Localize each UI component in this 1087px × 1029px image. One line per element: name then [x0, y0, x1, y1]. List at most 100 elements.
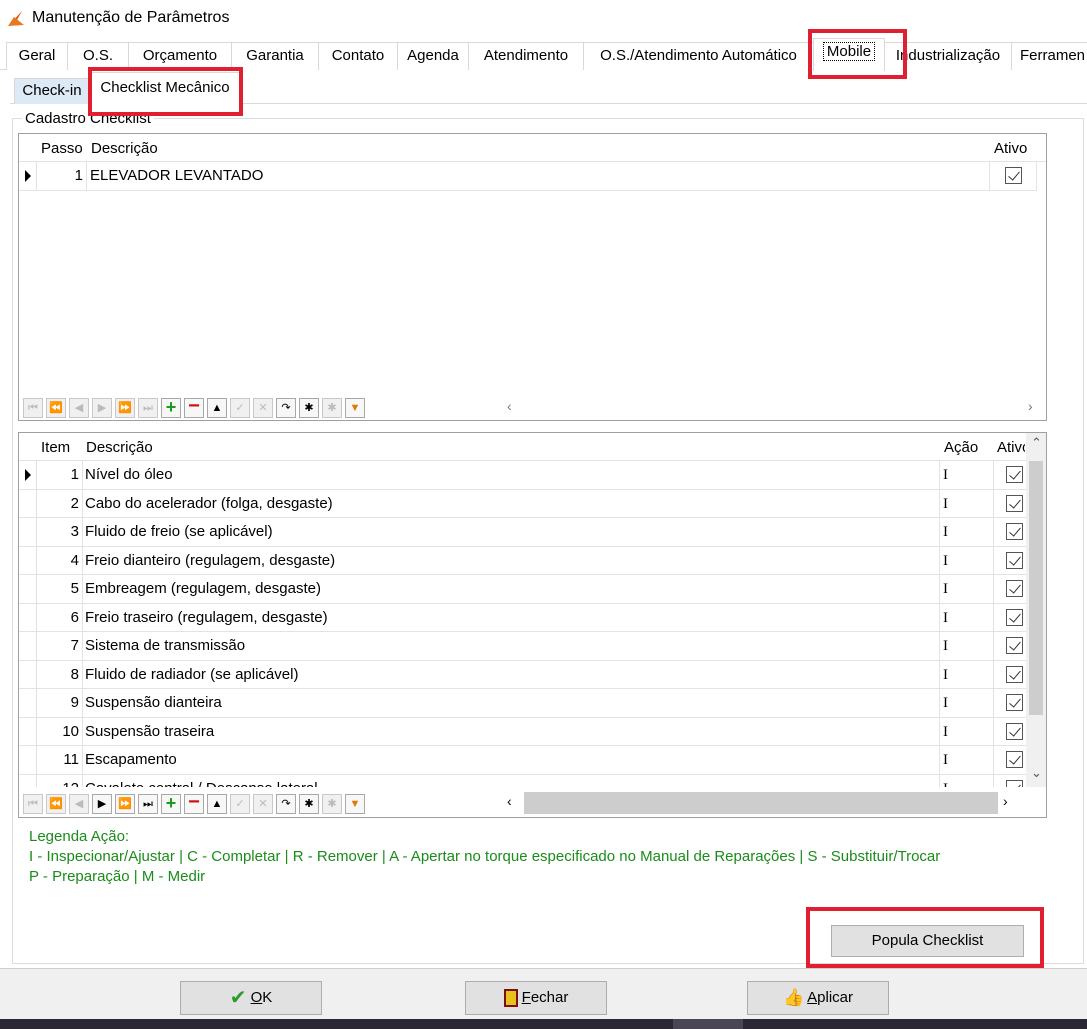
cell-item: 7: [37, 632, 83, 660]
tab-contato[interactable]: Contato: [318, 42, 398, 70]
ativo-checkbox[interactable]: [1006, 494, 1023, 512]
ativo-checkbox[interactable]: [1006, 466, 1023, 483]
ativo-checkbox[interactable]: [1006, 751, 1023, 768]
ativo-checkbox[interactable]: [1006, 580, 1023, 597]
tab-atendimento[interactable]: Atendimento: [468, 42, 584, 70]
row-indicator: [19, 746, 37, 774]
cell-ativo: [990, 162, 1037, 190]
post-icon[interactable]: ✓: [230, 398, 250, 418]
delete-icon[interactable]: −: [184, 396, 204, 418]
tab-orcamento[interactable]: Orçamento: [128, 42, 232, 70]
prior-page-icon[interactable]: ⏪: [46, 398, 66, 418]
ok-button[interactable]: ✔ OK: [180, 981, 322, 1015]
table-row[interactable]: 9 Suspensão dianteira I: [19, 689, 1026, 718]
last-record-icon[interactable]: ⏭: [138, 794, 158, 814]
next-record-icon[interactable]: ▶: [92, 398, 112, 418]
refresh-icon[interactable]: ↷: [276, 794, 296, 814]
header-item[interactable]: Item: [41, 439, 70, 456]
subtab-checklist-mecanico[interactable]: Checklist Mecânico: [89, 72, 241, 105]
first-record-icon[interactable]: ⏮: [23, 398, 43, 418]
next-page-icon[interactable]: ⏩: [115, 794, 135, 814]
table-row[interactable]: 1 Nível do óleo I: [19, 461, 1026, 490]
clear-asterisk-icon[interactable]: ✱: [322, 398, 342, 418]
table-row[interactable]: 5 Embreagem (regulagem, desgaste) I: [19, 575, 1026, 604]
insert-icon[interactable]: +: [161, 794, 181, 814]
insert-icon[interactable]: +: [161, 398, 181, 418]
sub-tabs: Check-in Checklist Mecânico: [10, 72, 1087, 105]
cell-descricao: Cabo do acelerador (folga, desgaste): [83, 489, 940, 517]
tab-industrializacao[interactable]: Industrialização: [884, 42, 1012, 70]
ativo-checkbox[interactable]: [1006, 665, 1023, 683]
cell-ativo: [994, 575, 1026, 603]
first-record-icon[interactable]: ⏮: [23, 794, 43, 814]
table-row[interactable]: 11 Escapamento I: [19, 746, 1026, 775]
ativo-checkbox[interactable]: [1006, 551, 1023, 569]
scroll-left-icon[interactable]: ‹: [507, 398, 512, 414]
next-record-icon[interactable]: ▶: [92, 794, 112, 814]
cell-item: 5: [37, 575, 83, 603]
ativo-checkbox[interactable]: [1005, 167, 1022, 184]
table-row[interactable]: 8 Fluido de radiador (se aplicável) I: [19, 660, 1026, 689]
hscroll-thumb[interactable]: [524, 792, 998, 814]
move-up-icon[interactable]: ▲: [207, 794, 227, 814]
ativo-checkbox[interactable]: [1006, 608, 1023, 626]
tab-os[interactable]: O.S.: [67, 42, 129, 70]
items-vscroll[interactable]: ⌃ ⌄: [1026, 433, 1046, 787]
move-up-icon[interactable]: ▲: [207, 398, 227, 418]
refresh-icon[interactable]: ↷: [276, 398, 296, 418]
tab-ferramentas[interactable]: Ferramen: [1011, 42, 1087, 70]
scroll-right-icon[interactable]: ›: [1028, 398, 1033, 414]
table-row[interactable]: 4 Freio dianteiro (regulagem, desgaste) I: [19, 546, 1026, 575]
tab-mobile[interactable]: Mobile: [813, 38, 885, 71]
header-passo[interactable]: Passo: [41, 140, 83, 157]
cell-item: 10: [37, 717, 83, 745]
prior-page-icon[interactable]: ⏪: [46, 794, 66, 814]
cell-item: 8: [37, 660, 83, 688]
scroll-left-icon[interactable]: ‹: [507, 793, 512, 809]
ativo-checkbox[interactable]: [1006, 637, 1023, 654]
scroll-right-icon[interactable]: ›: [1003, 793, 1008, 809]
filter-icon[interactable]: ▼: [345, 794, 365, 814]
aplicar-button[interactable]: 👍 Aplicar: [747, 981, 889, 1015]
table-row[interactable]: 6 Freio traseiro (regulagem, desgaste) I: [19, 603, 1026, 632]
asterisk-icon[interactable]: ✱: [299, 398, 319, 418]
prior-record-icon[interactable]: ◀: [69, 794, 89, 814]
scroll-up-icon[interactable]: ⌃: [1031, 435, 1042, 451]
header-acao[interactable]: Ação: [944, 439, 978, 456]
asterisk-icon[interactable]: ✱: [299, 794, 319, 814]
items-grid-header: Item Descrição Ação Ativo: [19, 433, 1046, 461]
fechar-button[interactable]: Fechar: [465, 981, 607, 1015]
row-indicator: [19, 603, 37, 631]
header-ativo[interactable]: Ativo: [997, 439, 1025, 456]
scroll-down-icon[interactable]: ⌄: [1031, 765, 1042, 781]
vscroll-thumb[interactable]: [1029, 461, 1043, 715]
table-row[interactable]: 2 Cabo do acelerador (folga, desgaste) I: [19, 489, 1026, 518]
ativo-checkbox[interactable]: [1006, 722, 1023, 740]
ativo-checkbox[interactable]: [1006, 523, 1023, 540]
table-row[interactable]: 10 Suspensão traseira I: [19, 717, 1026, 746]
subtab-check-in[interactable]: Check-in: [14, 78, 90, 104]
ativo-checkbox[interactable]: [1006, 694, 1023, 711]
header-descricao[interactable]: Descrição: [86, 439, 153, 456]
clear-asterisk-icon[interactable]: ✱: [322, 794, 342, 814]
cell-descricao: Escapamento: [83, 746, 940, 774]
tab-agenda[interactable]: Agenda: [397, 42, 469, 70]
delete-icon[interactable]: −: [184, 792, 204, 814]
cell-item: 4: [37, 546, 83, 574]
table-row[interactable]: 7 Sistema de transmissão I: [19, 632, 1026, 661]
popula-checklist-button[interactable]: Popula Checklist: [831, 925, 1024, 957]
header-descricao[interactable]: Descrição: [91, 140, 158, 157]
table-row[interactable]: 3 Fluido de freio (se aplicável) I: [19, 518, 1026, 547]
table-row[interactable]: 1 ELEVADOR LEVANTADO: [19, 162, 1037, 191]
last-record-icon[interactable]: ⏭: [138, 398, 158, 418]
next-page-icon[interactable]: ⏩: [115, 398, 135, 418]
tab-geral[interactable]: Geral: [6, 42, 68, 70]
tab-garantia[interactable]: Garantia: [231, 42, 319, 70]
filter-icon[interactable]: ▼: [345, 398, 365, 418]
prior-record-icon[interactable]: ◀: [69, 398, 89, 418]
header-ativo[interactable]: Ativo: [994, 140, 1027, 157]
post-icon[interactable]: ✓: [230, 794, 250, 814]
cancel-icon[interactable]: ✕: [253, 398, 273, 418]
tab-os-atendimento-automatico[interactable]: O.S./Atendimento Automático: [583, 42, 814, 70]
cancel-icon[interactable]: ✕: [253, 794, 273, 814]
